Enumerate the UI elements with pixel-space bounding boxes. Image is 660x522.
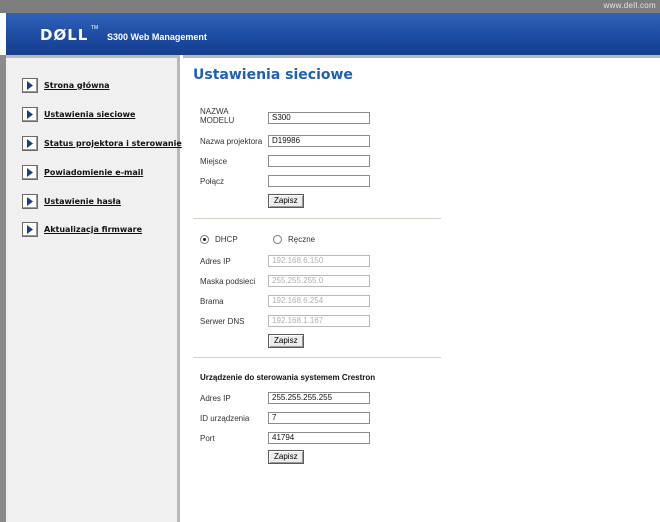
sidebar-item-email-alert[interactable]: Powiadomienie e-mail — [22, 164, 143, 180]
save-projector-button[interactable]: Zapisz — [268, 194, 304, 208]
device-id-field[interactable]: 7 — [268, 412, 370, 424]
arrow-right-icon[interactable] — [22, 77, 38, 93]
trademark-mark: TM — [91, 25, 99, 31]
sidebar-item-network-settings[interactable]: Ustawienia sieciowe — [22, 106, 135, 122]
product-title: S300 Web Management — [107, 32, 207, 42]
crestron-section-title: Urządzenie do sterowania systemem Crestr… — [200, 373, 376, 382]
projector-name-label: Nazwa projektora — [200, 137, 263, 146]
sidebar-item-label[interactable]: Status projektora i sterowanie — [44, 139, 182, 148]
ip-address-field[interactable]: 192.168.6.150 — [268, 255, 370, 267]
gateway-field[interactable]: 192.168.6.254 — [268, 295, 370, 307]
subnet-mask-field[interactable]: 255.255.255.0 — [268, 275, 370, 287]
sidebar-item-label[interactable]: Powiadomienie e-mail — [44, 168, 143, 177]
port-field[interactable]: 41794 — [268, 432, 370, 444]
sidebar: Strona główna Ustawienia sieciowe Status… — [6, 55, 182, 522]
sidebar-item-firmware[interactable]: Aktualizacja firmware — [22, 221, 142, 237]
top-bar: www.dell.com — [0, 0, 660, 13]
dns-server-field[interactable]: 192.168.1.167 — [268, 315, 370, 327]
arrow-right-icon[interactable] — [22, 135, 38, 151]
dhcp-label: DHCP — [215, 235, 238, 244]
manual-radio[interactable] — [273, 235, 282, 244]
sidebar-item-home[interactable]: Strona główna — [22, 77, 110, 93]
arrow-right-icon[interactable] — [22, 221, 38, 237]
main-content: Ustawienia sieciowe NAZWA MODELU S300 Na… — [183, 55, 660, 522]
dhcp-radio[interactable] — [200, 235, 209, 244]
section-divider — [193, 357, 441, 358]
dell-logo: DØLL — [40, 26, 89, 44]
model-name-label: NAZWA MODELU — [200, 107, 235, 125]
save-network-button[interactable]: Zapisz — [268, 334, 304, 348]
arrow-right-icon[interactable] — [22, 106, 38, 122]
header-banner: DØLL TM S300 Web Management — [6, 13, 660, 55]
subnet-mask-label: Maska podsieci — [200, 277, 256, 286]
projector-name-field[interactable]: D19986 — [268, 135, 370, 147]
sidebar-item-label[interactable]: Ustawienie hasła — [44, 197, 121, 206]
contact-field[interactable] — [268, 175, 370, 187]
ip-address-label: Adres IP — [200, 257, 231, 266]
sidebar-item-label[interactable]: Strona główna — [44, 81, 110, 90]
crestron-ip-label: Adres IP — [200, 394, 231, 403]
gateway-label: Brama — [200, 297, 224, 306]
save-crestron-button[interactable]: Zapisz — [268, 450, 304, 464]
domain-link[interactable]: www.dell.com — [603, 1, 656, 10]
sidebar-item-projector-status[interactable]: Status projektora i sterowanie — [22, 135, 182, 151]
manual-label: Ręczne — [288, 235, 316, 244]
sidebar-item-password[interactable]: Ustawienie hasła — [22, 193, 121, 209]
dns-server-label: Serwer DNS — [200, 317, 245, 326]
device-id-label: ID urządzenia — [200, 414, 250, 423]
crestron-ip-field[interactable]: 255.255.255.255 — [268, 392, 370, 404]
arrow-right-icon[interactable] — [22, 193, 38, 209]
page-title: Ustawienia sieciowe — [193, 67, 353, 83]
port-label: Port — [200, 434, 215, 443]
location-field[interactable] — [268, 155, 370, 167]
arrow-right-icon[interactable] — [22, 164, 38, 180]
sidebar-item-label[interactable]: Ustawienia sieciowe — [44, 110, 135, 119]
location-label: Miejsce — [200, 157, 228, 166]
contact-label: Połącz — [200, 177, 225, 186]
model-name-field[interactable]: S300 — [268, 112, 370, 124]
section-divider — [193, 218, 441, 219]
sidebar-item-label[interactable]: Aktualizacja firmware — [44, 225, 142, 234]
